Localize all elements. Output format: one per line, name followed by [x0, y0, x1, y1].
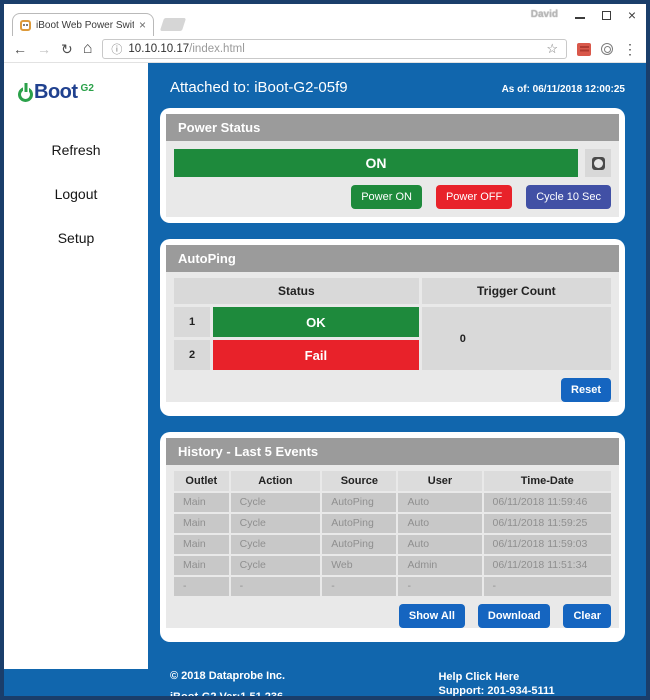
- autoping-row-2: 2 Fail: [174, 340, 419, 370]
- sidebar-item-refresh[interactable]: Refresh: [4, 142, 148, 158]
- clear-button[interactable]: Clear: [563, 604, 611, 628]
- power-off-button[interactable]: Power OFF: [436, 185, 512, 209]
- browser-toolbar: ← → ↻ ⌂ ⓘ 10.10.10.17/index.html ☆ ⋮: [4, 36, 646, 63]
- page-info-icon[interactable]: ⓘ: [111, 41, 122, 57]
- close-icon[interactable]: ×: [628, 10, 636, 20]
- version-text: iBoot-G2 Ver:1.51.236: [170, 691, 285, 700]
- autoping-col-trigger: Trigger Count: [422, 278, 611, 304]
- url-path: /index.html: [189, 43, 245, 55]
- cycle-button[interactable]: Cycle 10 Sec: [526, 185, 611, 209]
- power-state-bar: ON: [174, 149, 578, 177]
- logo-generation: G2: [81, 83, 94, 94]
- address-bar[interactable]: ⓘ 10.10.10.17/index.html ☆: [102, 39, 567, 59]
- support-phone: Support: 201-934-5111: [438, 684, 569, 698]
- table-row: Main Cycle AutoPing Auto 06/11/2018 11:5…: [174, 514, 611, 533]
- help-link[interactable]: Help Click Here: [438, 670, 569, 684]
- download-button[interactable]: Download: [478, 604, 551, 628]
- sidebar-nav: Refresh Logout Setup: [4, 142, 148, 246]
- show-all-button[interactable]: Show All: [399, 604, 465, 628]
- iboot-logo: Boot G2: [4, 63, 148, 104]
- page-header: Attached to: iBoot-G2-05f9 As of: 06/11/…: [160, 79, 625, 96]
- copyright-text: © 2018 Dataprobe Inc.: [170, 670, 285, 682]
- as-of-timestamp: As of: 06/11/2018 12:00:25: [502, 84, 625, 95]
- history-col-source: Source: [322, 471, 396, 491]
- home-icon[interactable]: ⌂: [83, 41, 93, 57]
- power-status-card: Power Status ON Power ON Power OFF Cycle…: [160, 108, 625, 223]
- extension-icon[interactable]: [577, 43, 591, 56]
- browser-menu-icon[interactable]: ⋮: [623, 41, 637, 58]
- reset-button[interactable]: Reset: [561, 378, 611, 402]
- timer-clock-icon: [592, 157, 605, 170]
- url-host: 10.10.10.17: [128, 43, 189, 55]
- history-col-timedate: Time-Date: [484, 471, 612, 491]
- history-title: History - Last 5 Events: [166, 438, 619, 465]
- history-header-row: Outlet Action Source User Time-Date: [174, 471, 611, 491]
- outlet-favicon-icon: [20, 20, 31, 31]
- power-status-title: Power Status: [166, 114, 619, 141]
- history-col-user: User: [398, 471, 481, 491]
- autoping-row-number: 2: [174, 340, 210, 370]
- history-card: History - Last 5 Events Outlet Action So…: [160, 432, 625, 642]
- history-col-outlet: Outlet: [174, 471, 229, 491]
- table-row: - - - - -: [174, 577, 611, 596]
- main-content: Attached to: iBoot-G2-05f9 As of: 06/11/…: [148, 63, 646, 700]
- back-icon[interactable]: ←: [13, 42, 27, 56]
- table-row: Main Cycle AutoPing Auto 06/11/2018 11:5…: [174, 493, 611, 512]
- tab-title: iBoot Web Power Switch: [36, 20, 134, 31]
- new-tab-button[interactable]: [160, 18, 186, 31]
- autoping-table: Status Trigger Count 1 OK 2: [174, 278, 611, 370]
- minimize-icon[interactable]: [575, 11, 585, 19]
- power-symbol-icon: [18, 87, 33, 102]
- history-table: Outlet Action Source User Time-Date Main…: [174, 471, 611, 596]
- tab-close-icon[interactable]: ×: [139, 20, 146, 30]
- autoping-card: AutoPing Status Trigger Count 1 OK: [160, 239, 625, 416]
- reload-icon[interactable]: ↻: [61, 42, 73, 56]
- autoping-col-status: Status: [174, 278, 419, 304]
- attached-to-title: Attached to: iBoot-G2-05f9: [170, 79, 348, 96]
- browser-window: David × iBoot Web Power Switch × ← → ↻ ⌂…: [0, 0, 650, 700]
- timer-button[interactable]: [585, 149, 611, 177]
- forward-icon[interactable]: →: [37, 42, 51, 56]
- window-controls: ×: [575, 10, 636, 20]
- bookmark-star-icon[interactable]: ☆: [546, 41, 558, 57]
- table-row: Main Cycle AutoPing Auto 06/11/2018 11:5…: [174, 535, 611, 554]
- sidebar: Boot G2 Refresh Logout Setup: [4, 63, 148, 669]
- history-col-action: Action: [231, 471, 321, 491]
- autoping-row-1: 1 OK: [174, 307, 419, 337]
- logo-text: Boot: [34, 81, 78, 104]
- browser-profile-name[interactable]: David: [531, 9, 558, 20]
- sidebar-item-setup[interactable]: Setup: [4, 230, 148, 246]
- page-footer: © 2018 Dataprobe Inc. iBoot-G2 Ver:1.51.…: [160, 670, 625, 700]
- url-text: 10.10.10.17/index.html: [128, 43, 244, 55]
- autoping-title: AutoPing: [166, 245, 619, 272]
- extension-ring-icon[interactable]: [601, 43, 613, 55]
- sidebar-item-logout[interactable]: Logout: [4, 186, 148, 202]
- autoping-status-fail: Fail: [213, 340, 419, 370]
- browser-titlebar: David × iBoot Web Power Switch ×: [4, 4, 646, 36]
- browser-tab[interactable]: iBoot Web Power Switch ×: [12, 13, 154, 36]
- power-on-button[interactable]: Power ON: [351, 185, 422, 209]
- page-body: Boot G2 Refresh Logout Setup Attached to…: [4, 63, 646, 696]
- autoping-status-ok: OK: [213, 307, 419, 337]
- autoping-row-number: 1: [174, 307, 210, 337]
- trigger-count-value: 0: [422, 307, 611, 370]
- maximize-icon[interactable]: [602, 11, 611, 20]
- table-row: Main Cycle Web Admin 06/11/2018 11:51:34: [174, 556, 611, 575]
